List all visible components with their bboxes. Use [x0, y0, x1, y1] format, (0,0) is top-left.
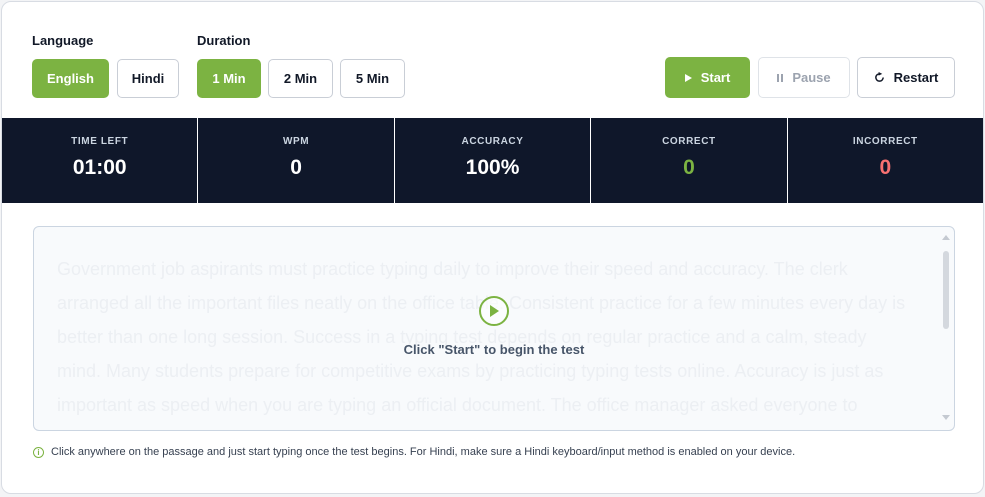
duration-label: Duration — [197, 33, 251, 48]
pause-icon — [777, 73, 784, 82]
stat-label: WPM — [282, 136, 310, 147]
language-english-button[interactable]: English — [32, 59, 109, 98]
hint-text: Click anywhere on the passage and just s… — [51, 446, 796, 458]
info-icon: i — [33, 446, 44, 458]
wpm-value: 0 — [290, 156, 302, 179]
stats-bar: TIME LEFT 01:00 WPM 0 ACCURACY 100% CORR… — [2, 118, 983, 203]
typing-test-card: Language English Hindi Duration 1 Min 2 … — [1, 1, 984, 494]
play-circle-icon[interactable] — [479, 296, 509, 326]
stat-time-left: TIME LEFT 01:00 — [2, 118, 199, 203]
overlay-message: Click "Start" to begin the test — [403, 342, 585, 357]
pause-button-label: Pause — [792, 70, 831, 85]
stat-incorrect: INCORRECT 0 — [788, 118, 983, 203]
correct-value: 0 — [683, 156, 695, 179]
incorrect-value: 0 — [879, 156, 892, 179]
restart-button-label: Restart — [893, 70, 939, 85]
stat-wpm: WPM 0 — [198, 118, 395, 203]
pause-button[interactable]: Pause — [758, 57, 850, 98]
duration-5min-button[interactable]: 5 Min — [340, 59, 405, 98]
language-hindi-button[interactable]: Hindi — [117, 59, 179, 98]
stat-correct: CORRECT 0 — [591, 118, 788, 203]
time-left-value: 01:00 — [72, 156, 127, 179]
start-button-label: Start — [700, 70, 731, 85]
start-overlay[interactable]: Click "Start" to begin the test — [34, 227, 954, 430]
stat-label: TIME LEFT — [71, 136, 129, 147]
hint-row: i Click anywhere on the passage and just… — [33, 446, 795, 458]
start-button[interactable]: Start — [665, 57, 750, 98]
duration-2min-button[interactable]: 2 Min — [268, 59, 333, 98]
play-icon — [684, 73, 692, 82]
stat-label: CORRECT — [662, 136, 716, 147]
duration-1min-button[interactable]: 1 Min — [197, 59, 261, 98]
stat-label: INCORRECT — [852, 136, 918, 147]
stat-accuracy: ACCURACY 100% — [395, 118, 592, 203]
passage-area[interactable]: Government job aspirants must practice t… — [33, 226, 955, 431]
restart-button[interactable]: Restart — [857, 57, 955, 98]
language-label: Language — [32, 33, 94, 48]
accuracy-value: 100% — [465, 156, 520, 179]
restart-icon — [874, 72, 885, 83]
stat-label: ACCURACY — [461, 136, 524, 147]
